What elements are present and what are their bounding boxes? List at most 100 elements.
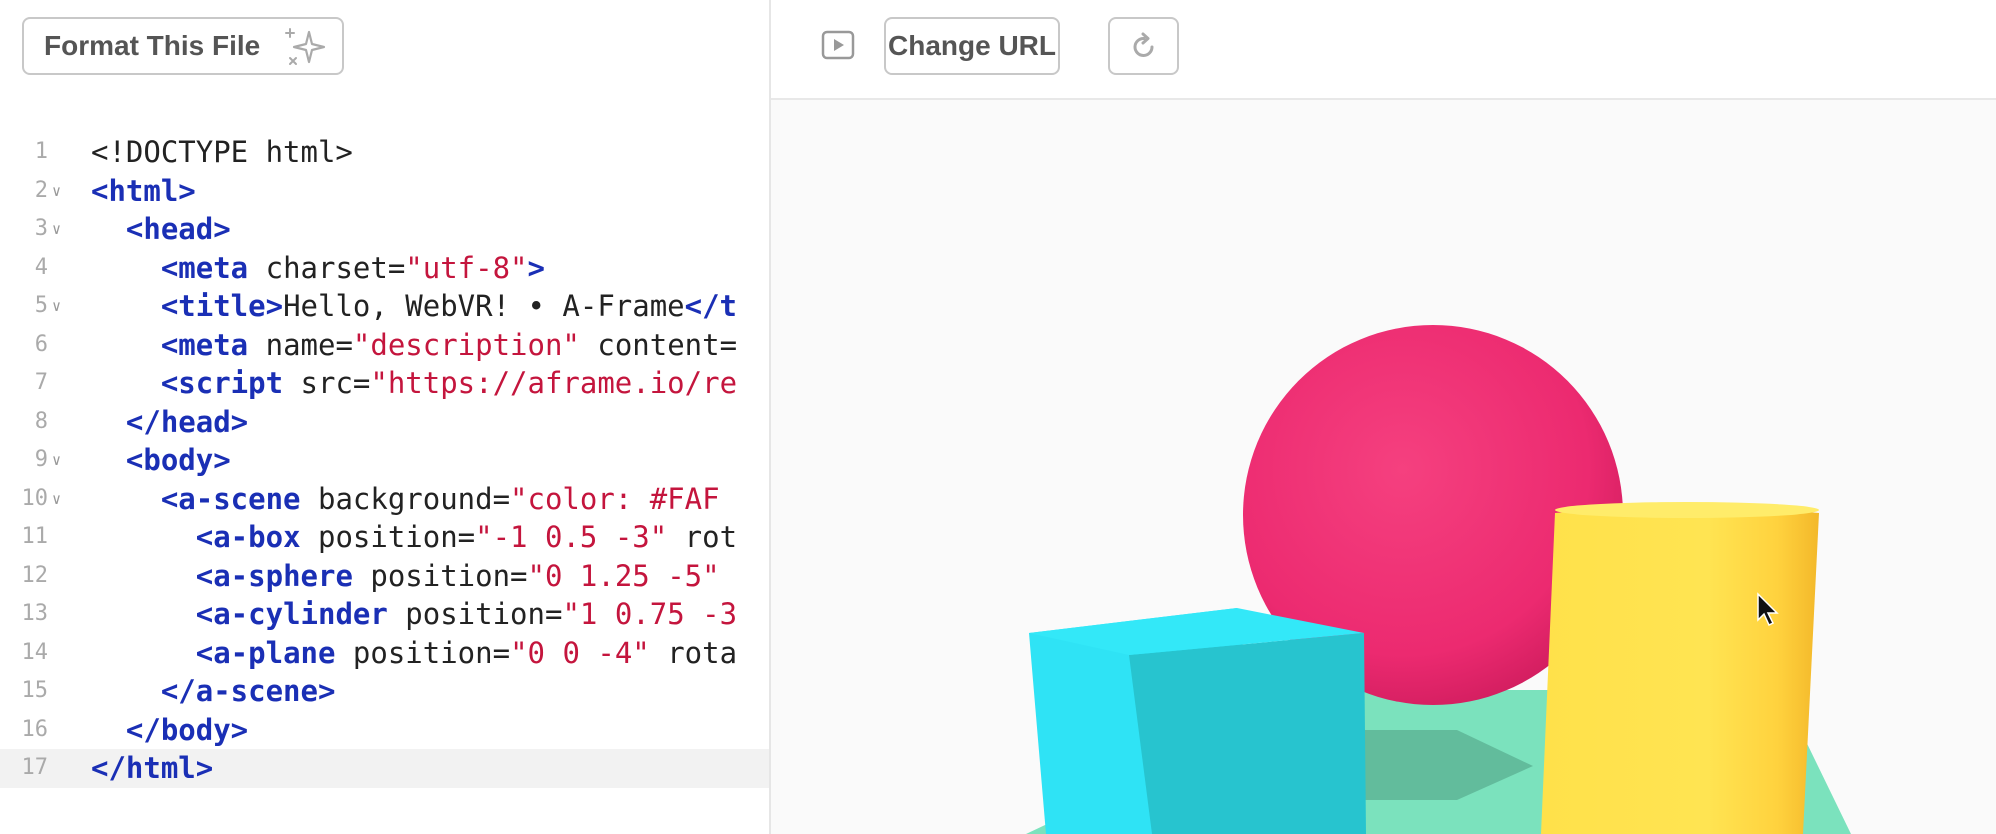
code-line[interactable]: 14 <a-plane position="0 0 -4" rota [0, 634, 769, 673]
code-line[interactable]: 7 <script src="https://aframe.io/re [0, 364, 769, 403]
code-line[interactable]: 8 </head> [0, 403, 769, 442]
code-token: </body> [125, 712, 249, 747]
play-icon[interactable] [821, 30, 855, 60]
line-number: 3 [34, 216, 48, 241]
code-text: <a-cylinder position="1 0.75 -3 [91, 595, 737, 634]
code-line[interactable]: 1 <!DOCTYPE html> [0, 133, 769, 172]
line-number: 6 [34, 331, 48, 357]
line-number: 10 [21, 485, 49, 511]
code-token: </t [684, 289, 738, 323]
code-text: </body> [91, 711, 248, 750]
code-token: </a-scene> [160, 674, 336, 708]
refresh-button[interactable] [1108, 17, 1179, 75]
code-token: <a-cylinder [195, 597, 388, 631]
code-token: background= [300, 481, 511, 516]
code-text: <a-plane position="0 0 -4" rota [91, 634, 737, 673]
line-number: 8 [34, 408, 48, 434]
code-line[interactable]: 12 <a-sphere position="0 1.25 -5" [0, 557, 769, 596]
line-number: 13 [21, 601, 49, 626]
line-number: 14 [21, 639, 49, 665]
line-number: 12 [21, 562, 49, 588]
code-line[interactable]: 6 <meta name="description" content= [0, 326, 769, 365]
code-line[interactable]: 11 <a-box position="-1 0.5 -3" rot [0, 518, 769, 557]
code-line[interactable]: 3 ∨ <head> [0, 210, 769, 249]
line-number: 16 [21, 716, 49, 742]
code-token: "-1 0.5 -3" [475, 520, 668, 554]
code-token: <meta [160, 327, 249, 362]
code-token: <html> [91, 173, 196, 208]
code-token: src= [283, 366, 371, 400]
mouse-cursor-icon [1757, 592, 1779, 627]
line-number: 15 [21, 678, 49, 703]
line-number: 17 [21, 755, 49, 780]
line-number: 5 [34, 293, 48, 318]
code-text: <a-scene background="color: #FAF [91, 480, 720, 519]
code-line[interactable]: 16 </body> [0, 711, 769, 750]
code-text: </head> [91, 403, 248, 442]
code-token: <meta [160, 250, 249, 285]
code-line[interactable]: 4 <meta charset="utf-8"> [0, 249, 769, 288]
cylinder-shape [1541, 507, 1819, 834]
code-line[interactable]: 2 ∨ <html> [0, 172, 769, 211]
code-token: name= [248, 327, 353, 362]
code-text: <meta name="description" content= [91, 326, 737, 365]
code-text: <html> [91, 172, 196, 211]
change-url-button[interactable]: Change URL [884, 17, 1060, 75]
code-text: <head> [91, 210, 231, 249]
code-token: position= [300, 520, 476, 554]
code-line[interactable]: 15 </a-scene> [0, 672, 769, 711]
fold-chevron-icon[interactable]: ∨ [52, 172, 61, 211]
code-token: <head> [125, 212, 231, 246]
code-text: <!DOCTYPE html> [91, 133, 353, 172]
fold-chevron-icon[interactable]: ∨ [52, 287, 61, 326]
code-token: "color: #FAF [510, 481, 720, 516]
format-file-button[interactable]: Format This File [22, 17, 344, 75]
code-text: <a-sphere position="0 1.25 -5" [91, 557, 720, 596]
code-token: rota [649, 635, 738, 670]
code-token: <a-plane [195, 635, 336, 670]
code-text: <a-box position="-1 0.5 -3" rot [91, 518, 737, 557]
line-number: 1 [34, 139, 48, 164]
line-number: 7 [34, 370, 48, 395]
line-number: 2 [34, 177, 48, 203]
code-token: <script [160, 366, 284, 400]
code-line[interactable]: 17 </html> [0, 749, 769, 788]
fold-chevron-icon[interactable]: ∨ [52, 480, 61, 519]
code-token: <title> [160, 289, 284, 323]
box-side-face [1129, 633, 1366, 834]
code-token: position= [352, 558, 528, 593]
aframe-scene-preview[interactable] [771, 100, 1996, 834]
code-line[interactable]: 10 ∨ <a-scene background="color: #FAF [0, 480, 769, 519]
code-token: "https://aframe.io/re [370, 366, 738, 400]
line-number: 9 [34, 447, 48, 472]
change-url-label: Change URL [888, 30, 1056, 61]
code-editor-pane: Format This File 1 <!DOCTYPE html> 2 ∨ <html… [0, 0, 771, 834]
line-number: 11 [21, 524, 49, 549]
code-line[interactable]: 13 <a-cylinder position="1 0.75 -3 [0, 595, 769, 634]
code-line[interactable]: 5 ∨ <title>Hello, WebVR! • A-Frame</t [0, 287, 769, 326]
code-token: <a-sphere [195, 558, 353, 593]
code-area[interactable]: 1 <!DOCTYPE html> 2 ∨ <html> 3 ∨ <head> 4 <meta… [0, 133, 769, 788]
editor-toolbar: Format This File [0, 0, 769, 95]
code-token: "description" [352, 327, 580, 362]
code-token: "0 1.25 -5" [527, 558, 720, 593]
line-number: 4 [34, 254, 48, 280]
refresh-icon [1133, 32, 1153, 57]
code-token: <!DOCTYPE html> [91, 135, 353, 169]
preview-pane: Change URL [771, 0, 1996, 834]
fold-chevron-icon[interactable]: ∨ [52, 210, 61, 249]
fold-chevron-icon[interactable]: ∨ [52, 441, 61, 480]
cylinder-top [1555, 502, 1819, 518]
code-token: <body> [125, 443, 231, 477]
code-token: Hello, WebVR! • A-Frame [283, 289, 685, 323]
code-line[interactable]: 9 ∨ <body> [0, 441, 769, 480]
